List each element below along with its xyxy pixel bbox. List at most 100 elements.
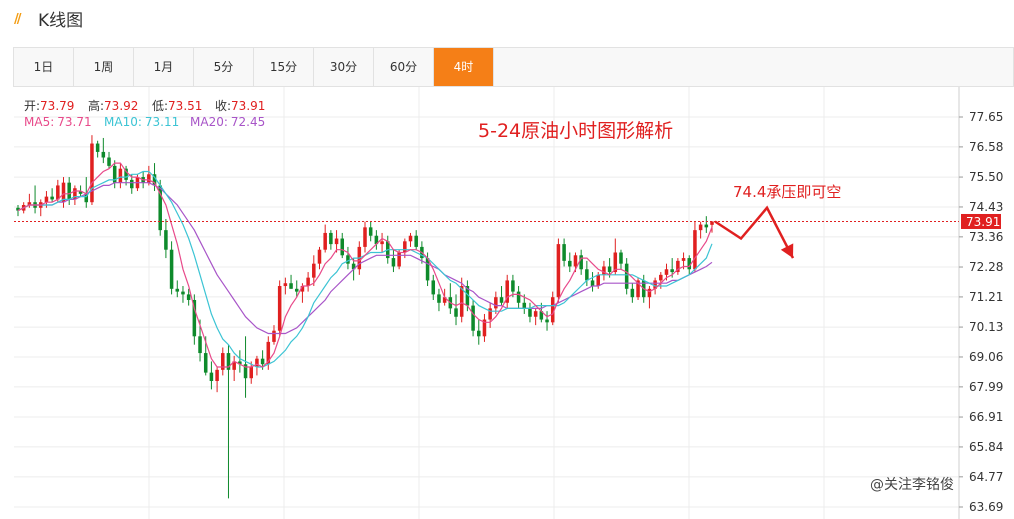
y-tick-label: 67.99 [969,380,1003,394]
open-label: 开: [24,99,40,113]
y-tick-label: 66.91 [969,410,1003,424]
candle-body [681,258,686,261]
low-label: 低: [152,99,168,113]
candle-body [403,241,407,253]
candle-body [698,224,703,231]
candle-body [624,263,629,289]
ma20-label: MA20: [190,115,228,129]
candle-body [67,182,71,200]
candle-body [118,168,123,183]
tab-15min[interactable]: 15分 [254,48,314,86]
svg-text:MA20:72.45: MA20: 72.45 [190,115,265,129]
candle-body [670,269,674,273]
y-tick-label: 76.58 [969,140,1003,154]
high-value: 73.92 [104,99,138,113]
candle-body [545,319,549,323]
y-tick-label: 70.13 [969,320,1003,334]
candle-body [340,238,345,256]
candle-body [272,330,276,342]
ma5-value: 73.71 [57,115,91,129]
candle-body [499,297,504,303]
candle-body [50,196,54,200]
candle-body [511,280,515,292]
candle-body [260,358,265,365]
candle-body [596,274,600,287]
candle [636,277,640,300]
open-value: 73.79 [40,99,74,113]
candle-body [533,311,538,317]
y-tick-label: 63.69 [969,500,1003,514]
candle-body [391,258,396,267]
candle-body [573,255,578,267]
candle-body [169,249,174,289]
candle-body [477,330,481,337]
candle-body [516,291,521,303]
candle-body [454,308,458,317]
high-label: 高: [88,98,104,113]
svg-text:低:73.51: 低:73.51 [152,99,202,113]
candle-body [107,157,111,166]
svg-text:高:73.92: 高:73.92 [88,98,138,113]
candle-body [710,221,714,225]
candle [556,238,561,303]
kline-chart[interactable]: 77.65 76.58 75.50 74.43 73.36 72.28 71.21 70.13… [0,87,1014,519]
candle-body [101,151,106,158]
candle-body [323,232,327,250]
candle-body [408,235,413,242]
candle-body [186,294,191,300]
close-value: 73.91 [231,99,265,113]
chart-annotation: 74.4承压即可空 [733,183,841,201]
candle-body [704,224,709,228]
y-tick-label: 77.65 [969,110,1003,124]
candle-body [664,269,669,275]
tab-4h[interactable]: 4时 [434,48,494,86]
candle-body [619,252,623,264]
candle-body [203,353,208,373]
candle-body [209,372,214,382]
svg-text:开:73.79: 开:73.79 [24,99,74,113]
svg-text:收:73.91: 收:73.91 [215,99,265,113]
y-tick-label: 64.77 [969,470,1003,484]
low-value: 73.51 [168,99,202,113]
candle-body [630,288,635,298]
candle-body [568,260,572,267]
y-tick-label: 73.36 [969,230,1003,244]
candle-body [249,367,253,379]
candle-body [198,336,202,354]
tab-1d[interactable]: 1日 [14,48,74,86]
candle [277,280,282,337]
candle-body [414,235,418,247]
candle-body [346,255,350,264]
period-tab-bar: 1日 1周 1月 5分 15分 30分 60分 4时 [13,47,1014,87]
candle-body [56,185,60,200]
candle-body [659,274,663,281]
candle-body [579,255,583,270]
candle-body [329,232,333,245]
y-tick-label: 69.06 [969,350,1003,364]
current-price-label: 73.91 [966,215,1000,229]
tab-30min[interactable]: 30分 [314,48,374,86]
candle-body [693,230,697,270]
tab-60min[interactable]: 60分 [374,48,434,86]
candle-body [437,294,441,303]
y-tick-label: 65.84 [969,440,1003,454]
tab-1w[interactable]: 1周 [74,48,134,86]
candle-body [368,227,373,236]
y-tick-label: 74.43 [969,200,1003,214]
candle-body [181,291,185,295]
candle-body [164,230,168,250]
candle-body [522,302,527,309]
tab-5min[interactable]: 5分 [194,48,254,86]
candle-body [528,308,532,317]
ma10-value: 73.11 [145,115,179,129]
candle-body [130,179,134,189]
candle-body [602,266,606,275]
tab-1m[interactable]: 1月 [134,48,194,86]
candle-body [397,252,401,267]
candle-body [380,241,384,245]
candle-body [334,238,339,245]
y-tick-label: 75.50 [969,170,1003,184]
candle-body [363,227,367,247]
header-bar: // K线图 [0,0,1014,36]
candle-body [471,305,475,331]
